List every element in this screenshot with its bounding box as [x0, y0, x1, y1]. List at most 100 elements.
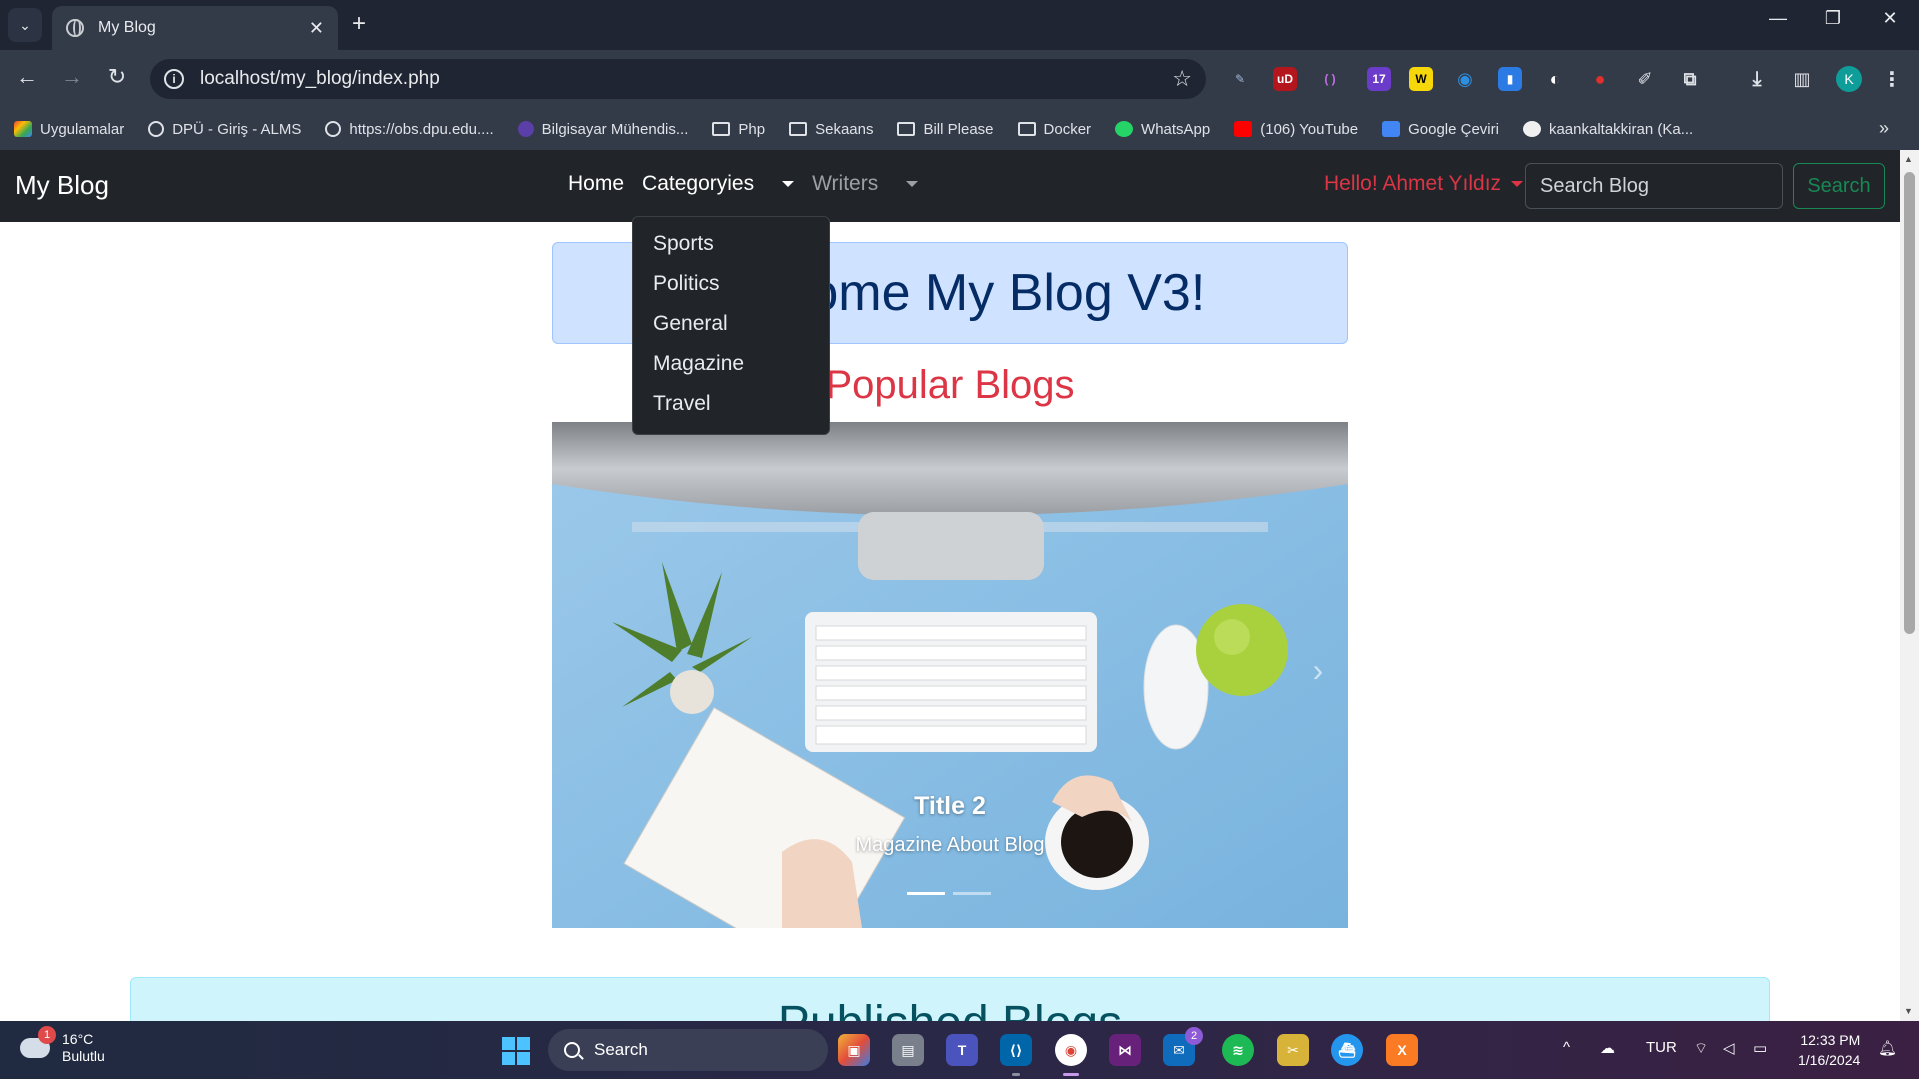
- carousel-slide-text: Magazine About Blog: [855, 834, 1045, 856]
- download-icon[interactable]: ⤓: [1745, 67, 1769, 91]
- caret-down-icon: [906, 181, 919, 188]
- blog-search-input[interactable]: [1525, 163, 1783, 209]
- eyedropper-extension-icon[interactable]: ✐: [1633, 67, 1657, 91]
- file-explorer-pre-icon[interactable]: ▣: [838, 1034, 870, 1066]
- tray-overflow-icon[interactable]: ^: [1563, 1039, 1570, 1056]
- nav-categories-dropdown[interactable]: Categoryies: [642, 172, 795, 196]
- docker-icon[interactable]: ⛴: [1331, 1034, 1363, 1066]
- clock-time: 12:33 PM: [1800, 1032, 1861, 1048]
- chrome-icon[interactable]: ◉: [1055, 1034, 1087, 1066]
- weather-desc: Bulutlu: [62, 1048, 105, 1064]
- bookmark-obs[interactable]: https://obs.dpu.edu....: [325, 121, 494, 138]
- reload-button[interactable]: ↻: [102, 64, 132, 90]
- bookmark-google-translate[interactable]: Google Çeviri: [1382, 121, 1499, 138]
- address-url: localhost/my_blog/index.php: [200, 68, 440, 89]
- battery-icon[interactable]: ▭: [1753, 1039, 1767, 1057]
- bookmark-alms[interactable]: DPÜ - Giriş - ALMS: [148, 121, 301, 138]
- pen-tool-extension-icon[interactable]: ✎: [1228, 67, 1252, 91]
- new-tab-button[interactable]: +: [352, 10, 366, 38]
- bookmark-sekaans[interactable]: Sekaans: [789, 121, 873, 138]
- wappalyzer-extension-icon[interactable]: W: [1409, 67, 1433, 91]
- nav-links: Home Categoryies Writers: [568, 172, 936, 196]
- record-extension-icon[interactable]: ●: [1588, 67, 1612, 91]
- calendar-extension-icon[interactable]: 17: [1367, 67, 1391, 91]
- visual-studio-icon[interactable]: ⋈: [1109, 1034, 1141, 1066]
- nav-home-link[interactable]: Home: [568, 172, 624, 196]
- bookmarks-overflow-icon[interactable]: »: [1879, 118, 1889, 139]
- bookmark-apps[interactable]: Uygulamalar: [14, 121, 124, 138]
- bookmark-label: (106) YouTube: [1260, 120, 1359, 138]
- scroll-up-icon[interactable]: ▲: [1904, 154, 1913, 164]
- globe-icon: [325, 121, 342, 137]
- bookmark-docker[interactable]: Docker: [1017, 120, 1092, 138]
- category-item-sports[interactable]: Sports: [633, 229, 829, 269]
- bookmark-label: Php: [738, 120, 766, 138]
- teams-icon[interactable]: T: [946, 1034, 978, 1066]
- nav-writers-dropdown[interactable]: Writers: [812, 172, 919, 196]
- close-window-button[interactable]: ✕: [1870, 8, 1910, 29]
- site-brand[interactable]: My Blog: [15, 170, 109, 201]
- notification-bell-icon[interactable]: 🔔︎: [1878, 1039, 1897, 1057]
- bookmark-github[interactable]: kaankaltakkiran (Ka...: [1522, 120, 1694, 138]
- ublock-extension-icon[interactable]: uD: [1273, 67, 1297, 91]
- carousel-indicator-1[interactable]: [907, 892, 945, 895]
- user-greeting-dropdown[interactable]: Hello! Ahmet Yıldız: [1324, 172, 1524, 196]
- category-item-magazine[interactable]: Magazine: [633, 349, 829, 389]
- onedrive-icon[interactable]: ☁: [1600, 1039, 1615, 1057]
- bookmark-whatsapp[interactable]: WhatsApp: [1115, 121, 1210, 138]
- bookmark-bilgisayar[interactable]: Bilgisayar Mühendis...: [517, 121, 688, 138]
- scroll-down-icon[interactable]: ▼: [1904, 1006, 1913, 1016]
- nav-categories-label: Categoryies: [642, 172, 755, 195]
- scrollbar-thumb[interactable]: [1904, 172, 1915, 634]
- bookmark-bill-please[interactable]: Bill Please: [897, 121, 994, 138]
- carousel-indicator-2[interactable]: [953, 892, 991, 895]
- task-view-icon[interactable]: ▤: [892, 1034, 924, 1066]
- caret-down-icon: [782, 181, 795, 188]
- search-button[interactable]: Search: [1793, 163, 1885, 209]
- apps-grid-icon: [14, 121, 32, 137]
- site-info-icon[interactable]: i: [164, 69, 184, 89]
- close-tab-icon[interactable]: ✕: [309, 18, 324, 39]
- bookmark-label: Uygulamalar: [40, 120, 125, 138]
- volume-icon[interactable]: ◁: [1723, 1039, 1735, 1057]
- browser-tab[interactable]: My Blog ✕: [52, 6, 338, 50]
- docs-extension-icon[interactable]: ▮: [1498, 67, 1522, 91]
- browser-toolbar: ← → ↻ i localhost/my_blog/index.php ☆ ✎ …: [0, 50, 1919, 108]
- bookmark-star-icon[interactable]: ☆: [1172, 66, 1192, 92]
- minimize-button[interactable]: —: [1758, 8, 1798, 29]
- category-item-general[interactable]: General: [633, 309, 829, 349]
- weather-widget[interactable]: 1 16°C Bulutlu: [20, 1026, 105, 1065]
- restore-button[interactable]: ❐: [1813, 8, 1853, 29]
- kebab-menu-icon[interactable]: ⋮: [1880, 67, 1904, 91]
- language-indicator[interactable]: TUR: [1646, 1039, 1677, 1056]
- vscode-icon[interactable]: ⟨⟩: [1000, 1034, 1032, 1066]
- tab-search-button[interactable]: ⌄: [8, 8, 42, 42]
- spotify-icon[interactable]: ≋: [1222, 1034, 1254, 1066]
- bookmark-label: Docker: [1043, 120, 1092, 138]
- extensions-puzzle-icon[interactable]: ⧉: [1678, 67, 1702, 91]
- sticky-app-icon[interactable]: ✂: [1277, 1034, 1309, 1066]
- brackets-extension-icon[interactable]: ( ): [1318, 67, 1342, 91]
- page-viewport: My Blog Home Categoryies Writers Hello! …: [0, 150, 1900, 1021]
- bookmark-php[interactable]: Php: [712, 121, 765, 138]
- circle-extension-icon[interactable]: ◐: [1543, 67, 1567, 91]
- wave-extension-icon[interactable]: ◉: [1453, 67, 1477, 91]
- back-button[interactable]: ←: [12, 64, 42, 90]
- category-item-politics[interactable]: Politics: [633, 269, 829, 309]
- xampp-icon[interactable]: X: [1386, 1034, 1418, 1066]
- profile-avatar[interactable]: K: [1836, 66, 1862, 92]
- category-item-travel[interactable]: Travel: [633, 389, 829, 429]
- taskbar-clock[interactable]: 12:33 PM 1/16/2024: [1798, 1030, 1860, 1070]
- forward-button[interactable]: →: [57, 64, 87, 90]
- taskbar-search[interactable]: Search: [548, 1029, 828, 1071]
- weather-badge: 1: [38, 1026, 56, 1044]
- wifi-icon[interactable]: ⌔: [1694, 1039, 1708, 1058]
- side-panel-icon[interactable]: ▥: [1790, 67, 1814, 91]
- extension-badge: 17: [1372, 72, 1386, 86]
- bookmark-youtube[interactable]: (106) YouTube: [1234, 121, 1358, 138]
- windows-start-icon[interactable]: [502, 1037, 530, 1065]
- page-scrollbar[interactable]: ▲ ▼: [1900, 150, 1919, 1021]
- bookmark-label: kaankaltakkiran (Ka...: [1548, 120, 1694, 138]
- address-bar[interactable]: i localhost/my_blog/index.php ☆: [150, 59, 1206, 99]
- carousel-next-button[interactable]: ›: [1298, 652, 1338, 692]
